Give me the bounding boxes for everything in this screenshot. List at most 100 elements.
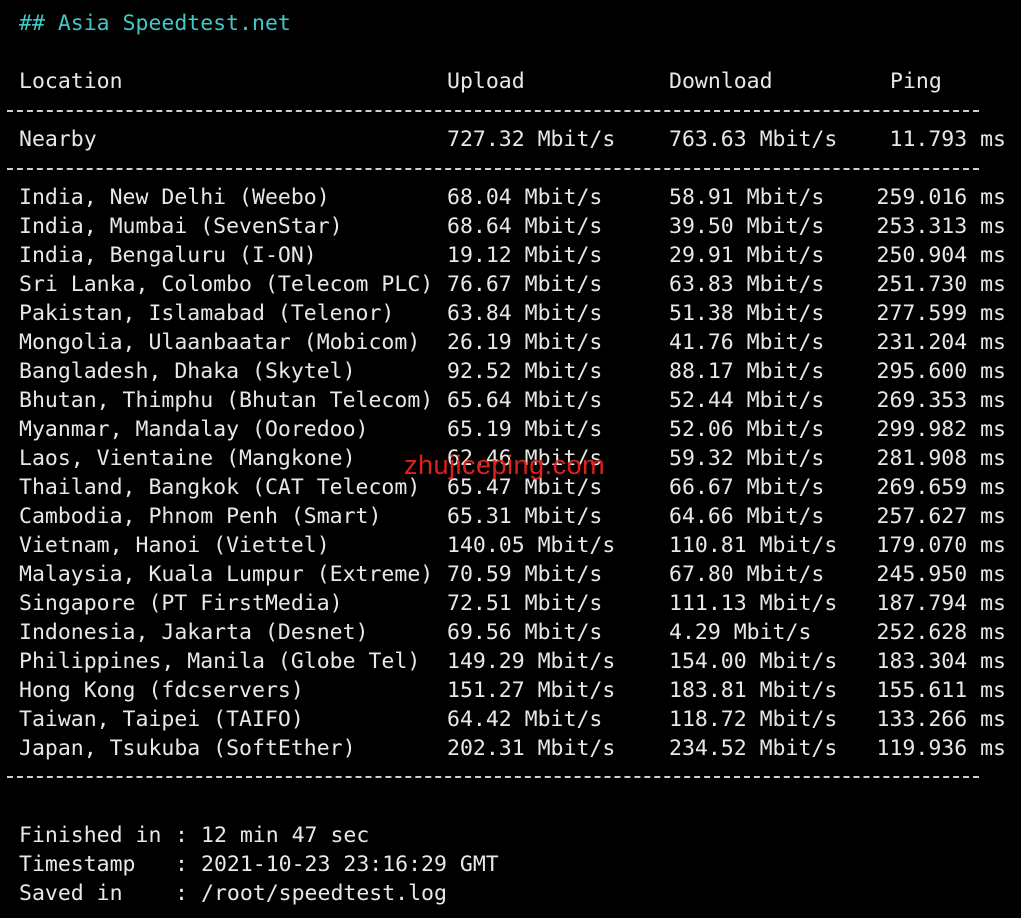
download-cell: 88.17 Mbit/s <box>669 359 825 384</box>
download-cell: 58.91 Mbit/s <box>669 185 825 210</box>
ping-cell: 133.266 ms <box>876 707 1006 732</box>
location-cell: Hong Kong (fdcservers) <box>19 678 304 703</box>
footer-timestamp: Timestamp : 2021-10-23 23:16:29 GMT <box>0 850 1021 879</box>
timestamp-colon: : <box>175 852 188 877</box>
location-cell: India, New Delhi (Weebo) <box>19 185 330 210</box>
ping-cell: 257.627 ms <box>876 504 1006 529</box>
location-cell: Japan, Tsukuba (SoftEther) <box>19 736 356 761</box>
ping-cell: 119.936 ms <box>876 736 1006 761</box>
table-row: India, New Delhi (Weebo) 68.04 Mbit/s 58.9… <box>0 183 1021 212</box>
terminal-window: ## Asia Speedtest.net Location Upload Do… <box>0 0 1021 918</box>
upload-cell: 92.52 Mbit/s <box>447 359 603 384</box>
table-row: Myanmar, Mandalay (Ooredoo) 65.19 Mbit/s 5… <box>0 415 1021 444</box>
location-cell: Laos, Vientaine (Mangkone) <box>19 446 356 471</box>
table-header: Location Upload Download Ping <box>0 67 1021 96</box>
table-row: Pakistan, Islamabad (Telenor) 63.84 Mbit/… <box>0 299 1021 328</box>
table-row: Hong Kong (fdcservers) 151.27 Mbit/s 183.8… <box>0 676 1021 705</box>
upload-cell: 76.67 Mbit/s <box>447 272 603 297</box>
download-cell: 64.66 Mbit/s <box>669 504 825 529</box>
download-cell: 41.76 Mbit/s <box>669 330 825 355</box>
location-cell: Sri Lanka, Colombo (Telecom PLC) <box>19 272 434 297</box>
table-row: Vietnam, Hanoi (Viettel) 140.05 Mbit/s 110… <box>0 531 1021 560</box>
separator-line <box>7 110 979 112</box>
table-row: Malaysia, Kuala Lumpur (Extreme) 70.59 Mb… <box>0 560 1021 589</box>
nearby-download: 763.63 Mbit/s <box>669 127 838 152</box>
download-cell: 51.38 Mbit/s <box>669 301 825 326</box>
nearby-location: Nearby <box>19 127 97 152</box>
download-cell: 52.44 Mbit/s <box>669 388 825 413</box>
table-row: Cambodia, Phnom Penh (Smart) 65.31 Mbit/s… <box>0 502 1021 531</box>
upload-cell: 26.19 Mbit/s <box>447 330 603 355</box>
upload-cell: 65.31 Mbit/s <box>447 504 603 529</box>
table-row: Singapore (PT FirstMedia) 72.51 Mbit/s 111… <box>0 589 1021 618</box>
ping-cell: 277.599 ms <box>876 301 1006 326</box>
ping-cell: 183.304 ms <box>876 649 1006 674</box>
saved-value: /root/speedtest.log <box>201 881 447 906</box>
upload-cell: 65.64 Mbit/s <box>447 388 603 413</box>
upload-cell: 69.56 Mbit/s <box>447 620 603 645</box>
table-row: Sri Lanka, Colombo (Telecom PLC) 76.67 Mb… <box>0 270 1021 299</box>
ping-cell: 252.628 ms <box>876 620 1006 645</box>
upload-cell: 64.42 Mbit/s <box>447 707 603 732</box>
location-cell: Taiwan, Taipei (TAIFO) <box>19 707 304 732</box>
location-cell: Cambodia, Phnom Penh (Smart) <box>19 504 382 529</box>
separator-line <box>7 168 979 170</box>
finished-value: 12 min 47 sec <box>201 823 370 848</box>
timestamp-label: Timestamp <box>19 852 136 877</box>
table-row: India, Bengaluru (I-ON) 19.12 Mbit/s 29.91… <box>0 241 1021 270</box>
download-cell: 183.81 Mbit/s <box>669 678 838 703</box>
ping-cell: 179.070 ms <box>876 533 1006 558</box>
download-cell: 4.29 Mbit/s <box>669 620 812 645</box>
header-location: Location <box>19 69 123 94</box>
upload-cell: 70.59 Mbit/s <box>447 562 603 587</box>
location-cell: Indonesia, Jakarta (Desnet) <box>19 620 369 645</box>
nearby-row: Nearby 727.32 Mbit/s 763.63 Mbit/s 11.79… <box>0 125 1021 154</box>
saved-colon: : <box>175 881 188 906</box>
ping-cell: 187.794 ms <box>876 591 1006 616</box>
download-cell: 63.83 Mbit/s <box>669 272 825 297</box>
table-row: Indonesia, Jakarta (Desnet) 69.56 Mbit/s 4… <box>0 618 1021 647</box>
location-cell: Philippines, Manila (Globe Tel) <box>19 649 421 674</box>
ping-cell: 250.904 ms <box>876 243 1006 268</box>
upload-cell: 149.29 Mbit/s <box>447 649 616 674</box>
ping-cell: 245.950 ms <box>876 562 1006 587</box>
upload-cell: 72.51 Mbit/s <box>447 591 603 616</box>
download-cell: 66.67 Mbit/s <box>669 475 825 500</box>
table-row: India, Mumbai (SevenStar) 68.64 Mbit/s 39.… <box>0 212 1021 241</box>
separator-line <box>7 776 979 778</box>
location-cell: India, Mumbai (SevenStar) <box>19 214 343 239</box>
table-row: Bhutan, Thimphu (Bhutan Telecom) 65.64 Mb… <box>0 386 1021 415</box>
ping-cell: 259.016 ms <box>876 185 1006 210</box>
location-cell: Malaysia, Kuala Lumpur (Extreme) <box>19 562 434 587</box>
finished-label: Finished in <box>19 823 162 848</box>
footer-saved: Saved in : /root/speedtest.log <box>0 879 1021 908</box>
ping-cell: 155.611 ms <box>876 678 1006 703</box>
download-cell: 234.52 Mbit/s <box>669 736 838 761</box>
table-row: Mongolia, Ulaanbaatar (Mobicom) 26.19 Mbi… <box>0 328 1021 357</box>
ping-cell: 231.204 ms <box>876 330 1006 355</box>
upload-cell: 151.27 Mbit/s <box>447 678 616 703</box>
ping-cell: 295.600 ms <box>876 359 1006 384</box>
ping-cell: 253.313 ms <box>876 214 1006 239</box>
section-title: ## Asia Speedtest.net <box>19 11 291 36</box>
location-cell: Myanmar, Mandalay (Ooredoo) <box>19 417 369 442</box>
ping-cell: 269.353 ms <box>876 388 1006 413</box>
table-row: Japan, Tsukuba (SoftEther) 202.31 Mbit/s 2… <box>0 734 1021 763</box>
download-cell: 29.91 Mbit/s <box>669 243 825 268</box>
location-cell: Singapore (PT FirstMedia) <box>19 591 343 616</box>
nearby-upload: 727.32 Mbit/s <box>447 127 616 152</box>
download-cell: 110.81 Mbit/s <box>669 533 838 558</box>
ping-cell: 269.659 ms <box>876 475 1006 500</box>
table-row: Taiwan, Taipei (TAIFO) 64.42 Mbit/s 118.72… <box>0 705 1021 734</box>
upload-cell: 65.19 Mbit/s <box>447 417 603 442</box>
table-row: Philippines, Manila (Globe Tel) 149.29 Mb… <box>0 647 1021 676</box>
ping-cell: 299.982 ms <box>876 417 1006 442</box>
download-cell: 39.50 Mbit/s <box>669 214 825 239</box>
location-cell: Vietnam, Hanoi (Viettel) <box>19 533 330 558</box>
download-cell: 59.32 Mbit/s <box>669 446 825 471</box>
location-cell: India, Bengaluru (I-ON) <box>19 243 317 268</box>
location-cell: Pakistan, Islamabad (Telenor) <box>19 301 395 326</box>
ping-cell: 251.730 ms <box>876 272 1006 297</box>
upload-cell: 202.31 Mbit/s <box>447 736 616 761</box>
upload-cell: 140.05 Mbit/s <box>447 533 616 558</box>
